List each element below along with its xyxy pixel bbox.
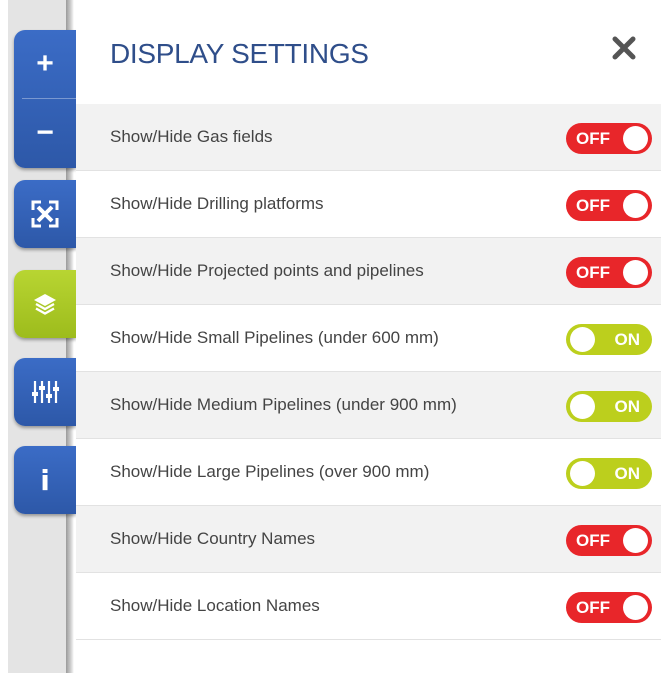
toggle-knob xyxy=(623,260,648,285)
toggle-state: OFF xyxy=(576,531,610,550)
toggle-state: OFF xyxy=(576,196,610,215)
toggle-state: ON xyxy=(614,397,641,416)
setting-row-drilling-platforms: Show/Hide Drilling platforms OFF xyxy=(76,171,661,238)
setting-row-medium-pipelines: Show/Hide Medium Pipelines (under 900 mm… xyxy=(76,372,661,439)
close-icon[interactable] xyxy=(610,34,638,62)
setting-row-large-pipelines: Show/Hide Large Pipelines (over 900 mm) … xyxy=(76,439,661,506)
zoom-control-group: + − xyxy=(14,30,76,168)
info-button[interactable]: i xyxy=(14,446,76,514)
info-icon: i xyxy=(40,463,50,497)
setting-label: Show/Hide Country Names xyxy=(110,529,316,548)
setting-label: Show/Hide Large Pipelines (over 900 mm) xyxy=(110,462,430,481)
setting-row-projected-points: Show/Hide Projected points and pipelines… xyxy=(76,238,661,305)
toggle-state: OFF xyxy=(576,598,610,617)
plus-icon: + xyxy=(36,47,54,80)
projected-points-toggle[interactable]: OFF xyxy=(566,257,652,288)
setting-label: Show/Hide Small Pipelines (under 600 mm) xyxy=(110,328,439,347)
settings-sliders-button[interactable] xyxy=(14,358,76,426)
setting-row-gas-fields: Show/Hide Gas fields OFF xyxy=(76,104,661,171)
setting-label: Show/Hide Gas fields xyxy=(110,127,273,146)
large-pipelines-toggle[interactable]: ON xyxy=(566,458,652,489)
setting-label: Show/Hide Drilling platforms xyxy=(110,194,324,213)
setting-label: Show/Hide Location Names xyxy=(110,596,320,615)
left-margin xyxy=(0,0,8,673)
toggle-knob xyxy=(623,528,648,553)
toggle-knob xyxy=(570,394,595,419)
display-settings-panel: DISPLAY SETTINGS Show/Hide Gas fields OF… xyxy=(76,0,661,673)
toggle-knob xyxy=(570,327,595,352)
country-names-toggle[interactable]: OFF xyxy=(566,525,652,556)
setting-row-country-names: Show/Hide Country Names OFF xyxy=(76,506,661,573)
toggle-knob xyxy=(570,461,595,486)
fullscreen-icon xyxy=(31,200,59,228)
toggle-knob xyxy=(623,126,648,151)
fullscreen-button[interactable] xyxy=(14,180,76,248)
layers-button[interactable] xyxy=(14,270,76,338)
setting-label: Show/Hide Medium Pipelines (under 900 mm… xyxy=(110,395,457,414)
toggle-state: OFF xyxy=(576,129,610,148)
gas-fields-toggle[interactable]: OFF xyxy=(566,123,652,154)
setting-row-location-names: Show/Hide Location Names OFF xyxy=(76,573,661,640)
zoom-out-button[interactable]: − xyxy=(14,99,76,167)
toggle-state: ON xyxy=(614,330,641,349)
toggle-knob xyxy=(623,193,648,218)
toggle-state: ON xyxy=(614,464,641,483)
layers-icon xyxy=(34,294,56,315)
small-pipelines-toggle[interactable]: ON xyxy=(566,324,652,355)
drilling-platforms-toggle[interactable]: OFF xyxy=(566,190,652,221)
setting-label: Show/Hide Projected points and pipelines xyxy=(110,261,424,280)
sliders-icon xyxy=(32,381,59,403)
medium-pipelines-toggle[interactable]: ON xyxy=(566,391,652,422)
panel-title: DISPLAY SETTINGS xyxy=(110,38,369,69)
toggle-state: OFF xyxy=(576,263,610,282)
minus-icon: − xyxy=(36,116,54,149)
setting-row-small-pipelines: Show/Hide Small Pipelines (under 600 mm)… xyxy=(76,305,661,372)
settings-list: Show/Hide Gas fields OFF Show/Hide Drill… xyxy=(76,104,661,640)
location-names-toggle[interactable]: OFF xyxy=(566,592,652,623)
toggle-knob xyxy=(623,595,648,620)
zoom-in-button[interactable]: + xyxy=(14,30,76,98)
